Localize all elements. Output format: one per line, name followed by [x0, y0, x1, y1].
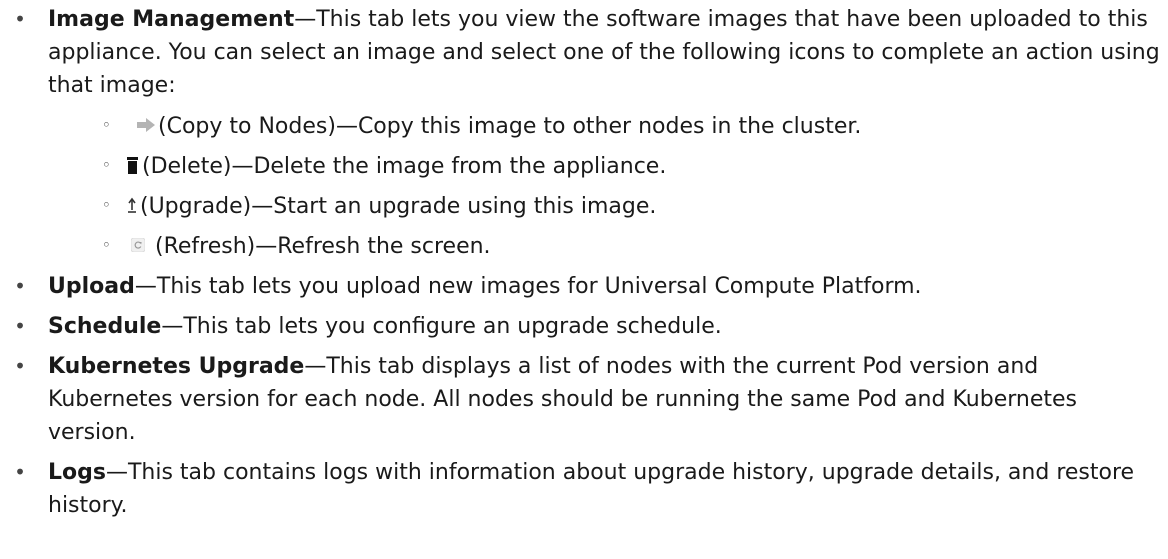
bullet: • [14, 354, 26, 378]
list-item-image-management: • Image Management—This tab lets you vie… [0, 3, 1168, 263]
desc-logs: —This tab contains logs with information… [48, 460, 1135, 518]
trash-icon [127, 156, 138, 174]
action-name-copy: (Copy to Nodes) [158, 114, 336, 139]
arrow-right-icon [137, 118, 155, 132]
action-name-delete: (Delete) [142, 154, 232, 179]
subitem-delete: ◦ (Delete)—Delete the image from the app… [48, 150, 1162, 183]
document-body: • Image Management—This tab lets you vie… [0, 0, 1168, 522]
desc-schedule: —This tab lets you configure an upgrade … [161, 314, 722, 339]
upgrade-icon [127, 197, 137, 213]
bullet: • [14, 274, 26, 298]
term-image-management: Image Management [48, 7, 295, 32]
sub-bullet: ◦ [102, 196, 111, 214]
subitem-copy-to-nodes: ◦ (Copy to Nodes)—Copy this image to oth… [48, 110, 1162, 143]
subitem-upgrade: ◦ (Upgrade)—Start an upgrade using this … [48, 190, 1162, 223]
subitem-refresh: ◦ (Refresh)—Refresh the screen. [48, 230, 1162, 263]
term-logs: Logs [48, 460, 106, 485]
action-desc-upgrade: —Start an upgrade using this image. [251, 194, 657, 219]
bullet: • [14, 314, 26, 338]
sub-bullet: ◦ [102, 156, 111, 174]
term-schedule: Schedule [48, 314, 162, 339]
term-kubernetes-upgrade: Kubernetes Upgrade [48, 354, 305, 379]
list-item-upload: • Upload—This tab lets you upload new im… [0, 270, 1168, 303]
bullet: • [14, 7, 26, 31]
refresh-icon [131, 238, 145, 252]
action-desc-refresh: —Refresh the screen. [255, 234, 491, 259]
action-icon-list: ◦ (Copy to Nodes)—Copy this image to oth… [48, 110, 1162, 263]
action-name-refresh: (Refresh) [155, 234, 256, 259]
sub-bullet: ◦ [102, 116, 111, 134]
list-item-kubernetes-upgrade: • Kubernetes Upgrade—This tab displays a… [0, 350, 1168, 449]
term-upload: Upload [48, 274, 135, 299]
action-name-upgrade: (Upgrade) [140, 194, 252, 219]
action-desc-copy: —Copy this image to other nodes in the c… [335, 114, 862, 139]
list-item-schedule: • Schedule—This tab lets you configure a… [0, 310, 1168, 343]
desc-upload: —This tab lets you upload new images for… [134, 274, 922, 299]
bullet: • [14, 460, 26, 484]
sub-bullet: ◦ [102, 236, 111, 254]
list-item-logs: • Logs—This tab contains logs with infor… [0, 456, 1168, 522]
action-desc-delete: —Delete the image from the appliance. [231, 154, 667, 179]
